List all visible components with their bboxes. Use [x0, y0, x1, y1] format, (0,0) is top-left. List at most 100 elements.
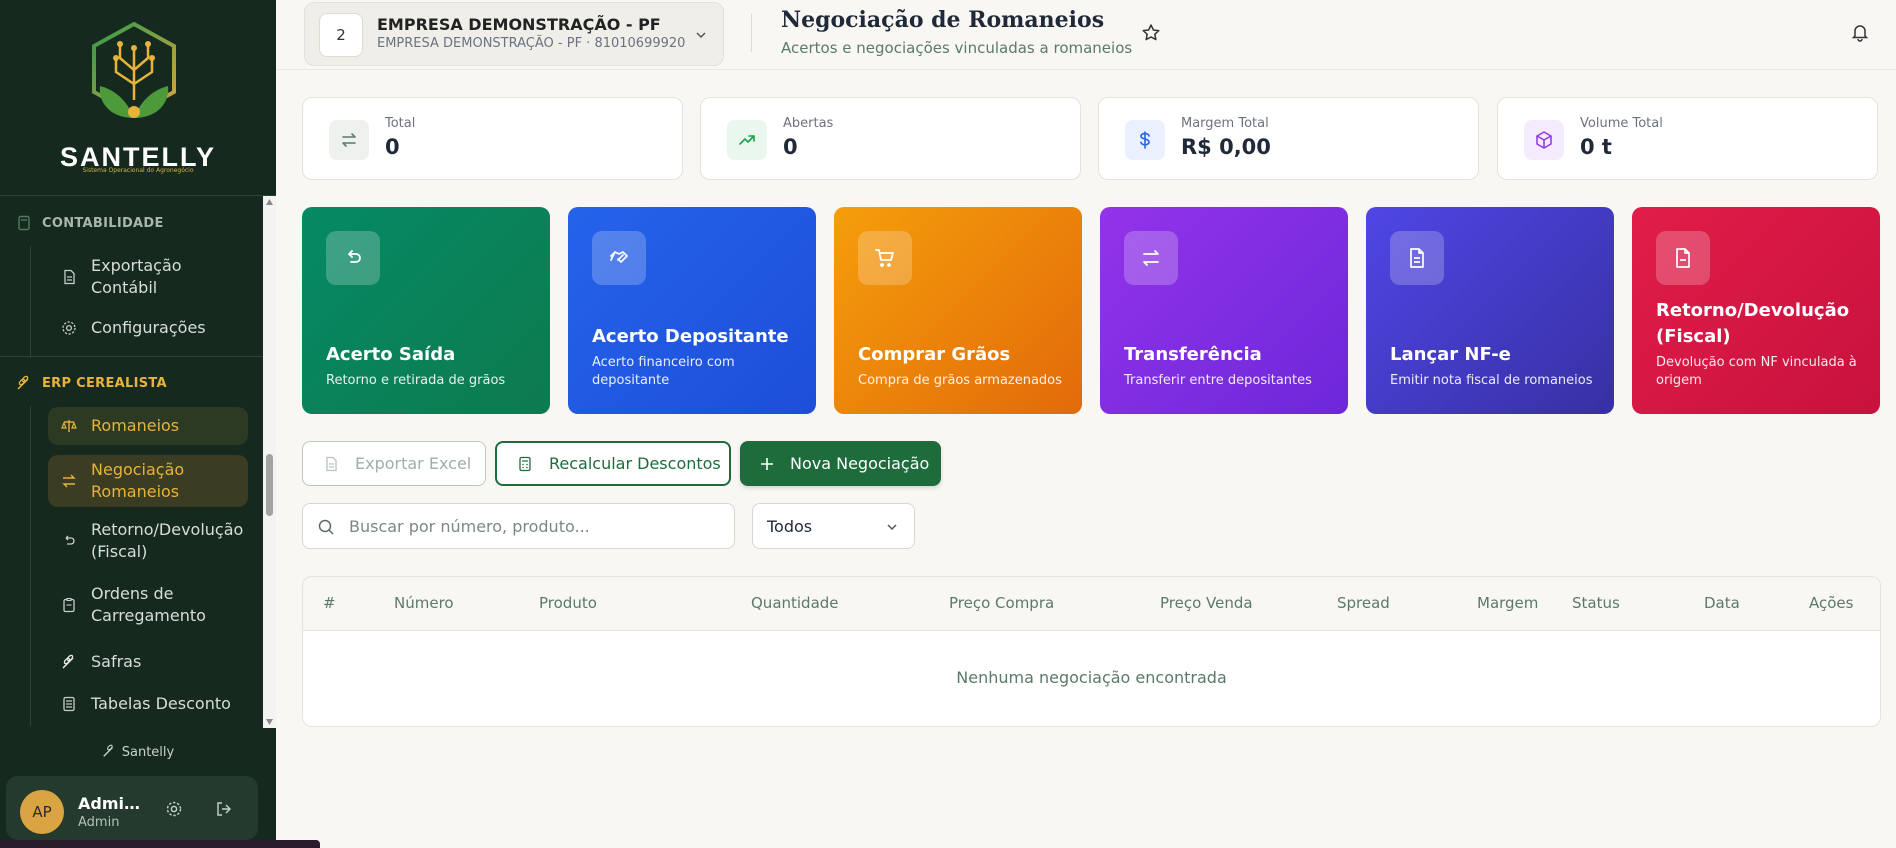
top-header: 2 EMPRESA DEMONSTRAÇÃO - PF EMPRESA DEMO… — [276, 0, 1896, 70]
card-body: Retorno/Devolução (Fiscal) Devolução com… — [1656, 298, 1862, 390]
file-icon — [326, 456, 337, 471]
nav-section-erp-cerealista[interactable]: ERP CEREALISTA — [16, 375, 167, 391]
card-description: Transferir entre depositantes — [1124, 373, 1312, 388]
stat-label: Margem Total — [1181, 116, 1269, 131]
column-header: Ações — [1809, 594, 1854, 612]
column-header: Quantidade — [751, 594, 839, 612]
box-icon — [1524, 120, 1564, 160]
action-card-retorno-devolu-o-fiscal-[interactable]: Retorno/Devolução (Fiscal) Devolução com… — [1632, 207, 1880, 414]
company-name: EMPRESA DEMONSTRAÇÃO - PF — [377, 15, 661, 34]
sidebar-item-label: Tabelas Desconto — [91, 694, 231, 713]
plus-icon — [761, 457, 773, 470]
brand-tagline: Sistema Operacional do Agronegócio — [82, 167, 194, 174]
stat-card-margem-total: Margem Total R$ 0,00 — [1098, 97, 1479, 180]
dollar-icon — [1125, 120, 1165, 160]
stat-card-total: Total 0 — [302, 97, 683, 180]
sidebar-item-label: Ordens de Carregamento — [91, 584, 206, 625]
nav-section-label: ERP CEREALISTA — [42, 375, 167, 391]
sidebar-item-configuracoes[interactable]: Configurações — [48, 310, 248, 346]
action-card-transfer-ncia[interactable]: Transferência Transferir entre depositan… — [1100, 207, 1348, 414]
search-input[interactable]: Buscar por número, produto... — [302, 503, 735, 549]
page-subtitle: Acertos e negociações vinculadas a roman… — [781, 39, 1133, 57]
card-description: Retorno e retirada de grãos — [326, 373, 506, 388]
sidebar-scrollbar[interactable] — [263, 196, 276, 728]
sidebar-item-tabelas-desconto[interactable]: Tabelas Desconto — [48, 686, 248, 722]
swap-icon — [329, 120, 369, 160]
avatar[interactable]: AP — [20, 790, 64, 834]
star-icon[interactable] — [1140, 22, 1162, 44]
stat-label: Total — [385, 116, 416, 131]
scale-icon — [61, 418, 77, 434]
stat-label: Abertas — [783, 116, 834, 131]
nav-tree-line — [30, 246, 31, 358]
undo-icon — [326, 231, 380, 285]
action-card-acerto-depositante[interactable]: Acerto Depositante Acerto financeiro com… — [568, 207, 816, 414]
undo-icon — [61, 533, 77, 549]
sidebar-nav: CONTABILIDADE Exportação Contábil Config… — [0, 196, 263, 728]
table-icon — [61, 696, 77, 712]
nav-section-contabilidade[interactable]: CONTABILIDADE — [16, 215, 164, 231]
sidebar-item-label: Retorno/Devolução (Fiscal) — [91, 520, 244, 561]
stat-value: 0 — [783, 135, 798, 159]
column-header: Spread — [1337, 594, 1390, 612]
chevron-down-icon — [887, 524, 897, 531]
sidebar-item-retorno-devolucao[interactable]: Retorno/Devolução (Fiscal) — [48, 516, 248, 566]
swap-icon — [1124, 231, 1178, 285]
nav-divider — [0, 356, 263, 357]
user-role: Admin — [78, 815, 120, 830]
calculator-icon — [519, 456, 531, 471]
chevron-down-icon — [696, 32, 706, 39]
santelly-logo — [92, 21, 176, 118]
card-body: Comprar Grãos Compra de grãos armazenado… — [858, 342, 1064, 390]
company-selector[interactable]: 2 EMPRESA DEMONSTRAÇÃO - PF EMPRESA DEMO… — [304, 2, 724, 66]
new-negotiation-button[interactable]: Nova Negociação — [740, 441, 941, 486]
column-header: # — [323, 594, 336, 612]
sidebar-item-safras[interactable]: Safras — [48, 644, 248, 680]
header-divider — [751, 14, 752, 52]
action-card-lan-ar-nf-e[interactable]: Lançar NF-e Emitir nota fiscal de romane… — [1366, 207, 1614, 414]
sidebar-item-label: Exportação Contábil — [91, 256, 182, 297]
bell-icon[interactable] — [1850, 22, 1870, 42]
page-title: Negociação de Romaneios — [781, 7, 1105, 33]
recalculate-discounts-button[interactable]: Recalcular Descontos — [495, 441, 731, 486]
action-card-acerto-sa-da[interactable]: Acerto Saída Retorno e retirada de grãos — [302, 207, 550, 414]
nav-section-label: CONTABILIDADE — [42, 215, 164, 231]
trending-up-icon — [727, 120, 767, 160]
status-filter-select[interactable]: Todos — [752, 503, 915, 549]
sidebar-item-romaneios[interactable]: Romaneios — [48, 407, 248, 445]
action-card-comprar-gr-os[interactable]: Comprar Grãos Compra de grãos armazenado… — [834, 207, 1082, 414]
stat-value: 0 — [385, 135, 400, 159]
nav-tree-line — [30, 406, 31, 726]
scroll-down-icon — [266, 719, 273, 725]
handshake-icon — [592, 231, 646, 285]
user-card: AP Administrador Admin — [6, 776, 258, 840]
stat-card-volume-total: Volume Total 0 t — [1497, 97, 1878, 180]
sidebar-item-exportacao-contabil[interactable]: Exportação Contábil — [48, 254, 248, 300]
card-title: Acerto Saída — [326, 344, 456, 365]
logout-icon[interactable] — [215, 800, 233, 818]
card-body: Lançar NF-e Emitir nota fiscal de romane… — [1390, 342, 1596, 390]
calculator-icon — [18, 215, 30, 231]
gear-icon[interactable] — [165, 800, 183, 818]
column-header: Produto — [539, 594, 597, 612]
wheat-icon — [17, 375, 29, 390]
arrows-icon — [61, 473, 77, 489]
status-filter-value: Todos — [767, 517, 813, 536]
sidebar-item-negociacao-romaneios[interactable]: Negociação Romaneios — [48, 455, 248, 507]
card-body: Acerto Saída Retorno e retirada de grãos — [326, 342, 532, 390]
scroll-up-icon — [266, 199, 273, 205]
wheat-icon — [103, 744, 113, 757]
footer-brand-label: Santelly — [121, 745, 175, 760]
company-number: 2 — [319, 13, 363, 57]
user-name: Administrador — [78, 794, 148, 813]
stat-value: R$ 0,00 — [1181, 135, 1271, 159]
scrollbar-thumb[interactable] — [266, 454, 273, 516]
column-header: Preço Venda — [1160, 594, 1253, 612]
sidebar-item-ordens-carregamento[interactable]: Ordens de Carregamento — [48, 580, 248, 630]
table-header: # Número Produto Quantidade Preço Compra Preç… — [303, 577, 1880, 631]
sidebar-item-label: Negociação Romaneios — [91, 460, 185, 501]
export-excel-button[interactable]: Exportar Excel — [302, 441, 486, 486]
column-header: Número — [394, 594, 454, 612]
company-sub: EMPRESA DEMONSTRAÇÃO - PF · 81010699920 — [377, 36, 686, 51]
new-negotiation-label: Nova Negociação — [790, 454, 930, 473]
